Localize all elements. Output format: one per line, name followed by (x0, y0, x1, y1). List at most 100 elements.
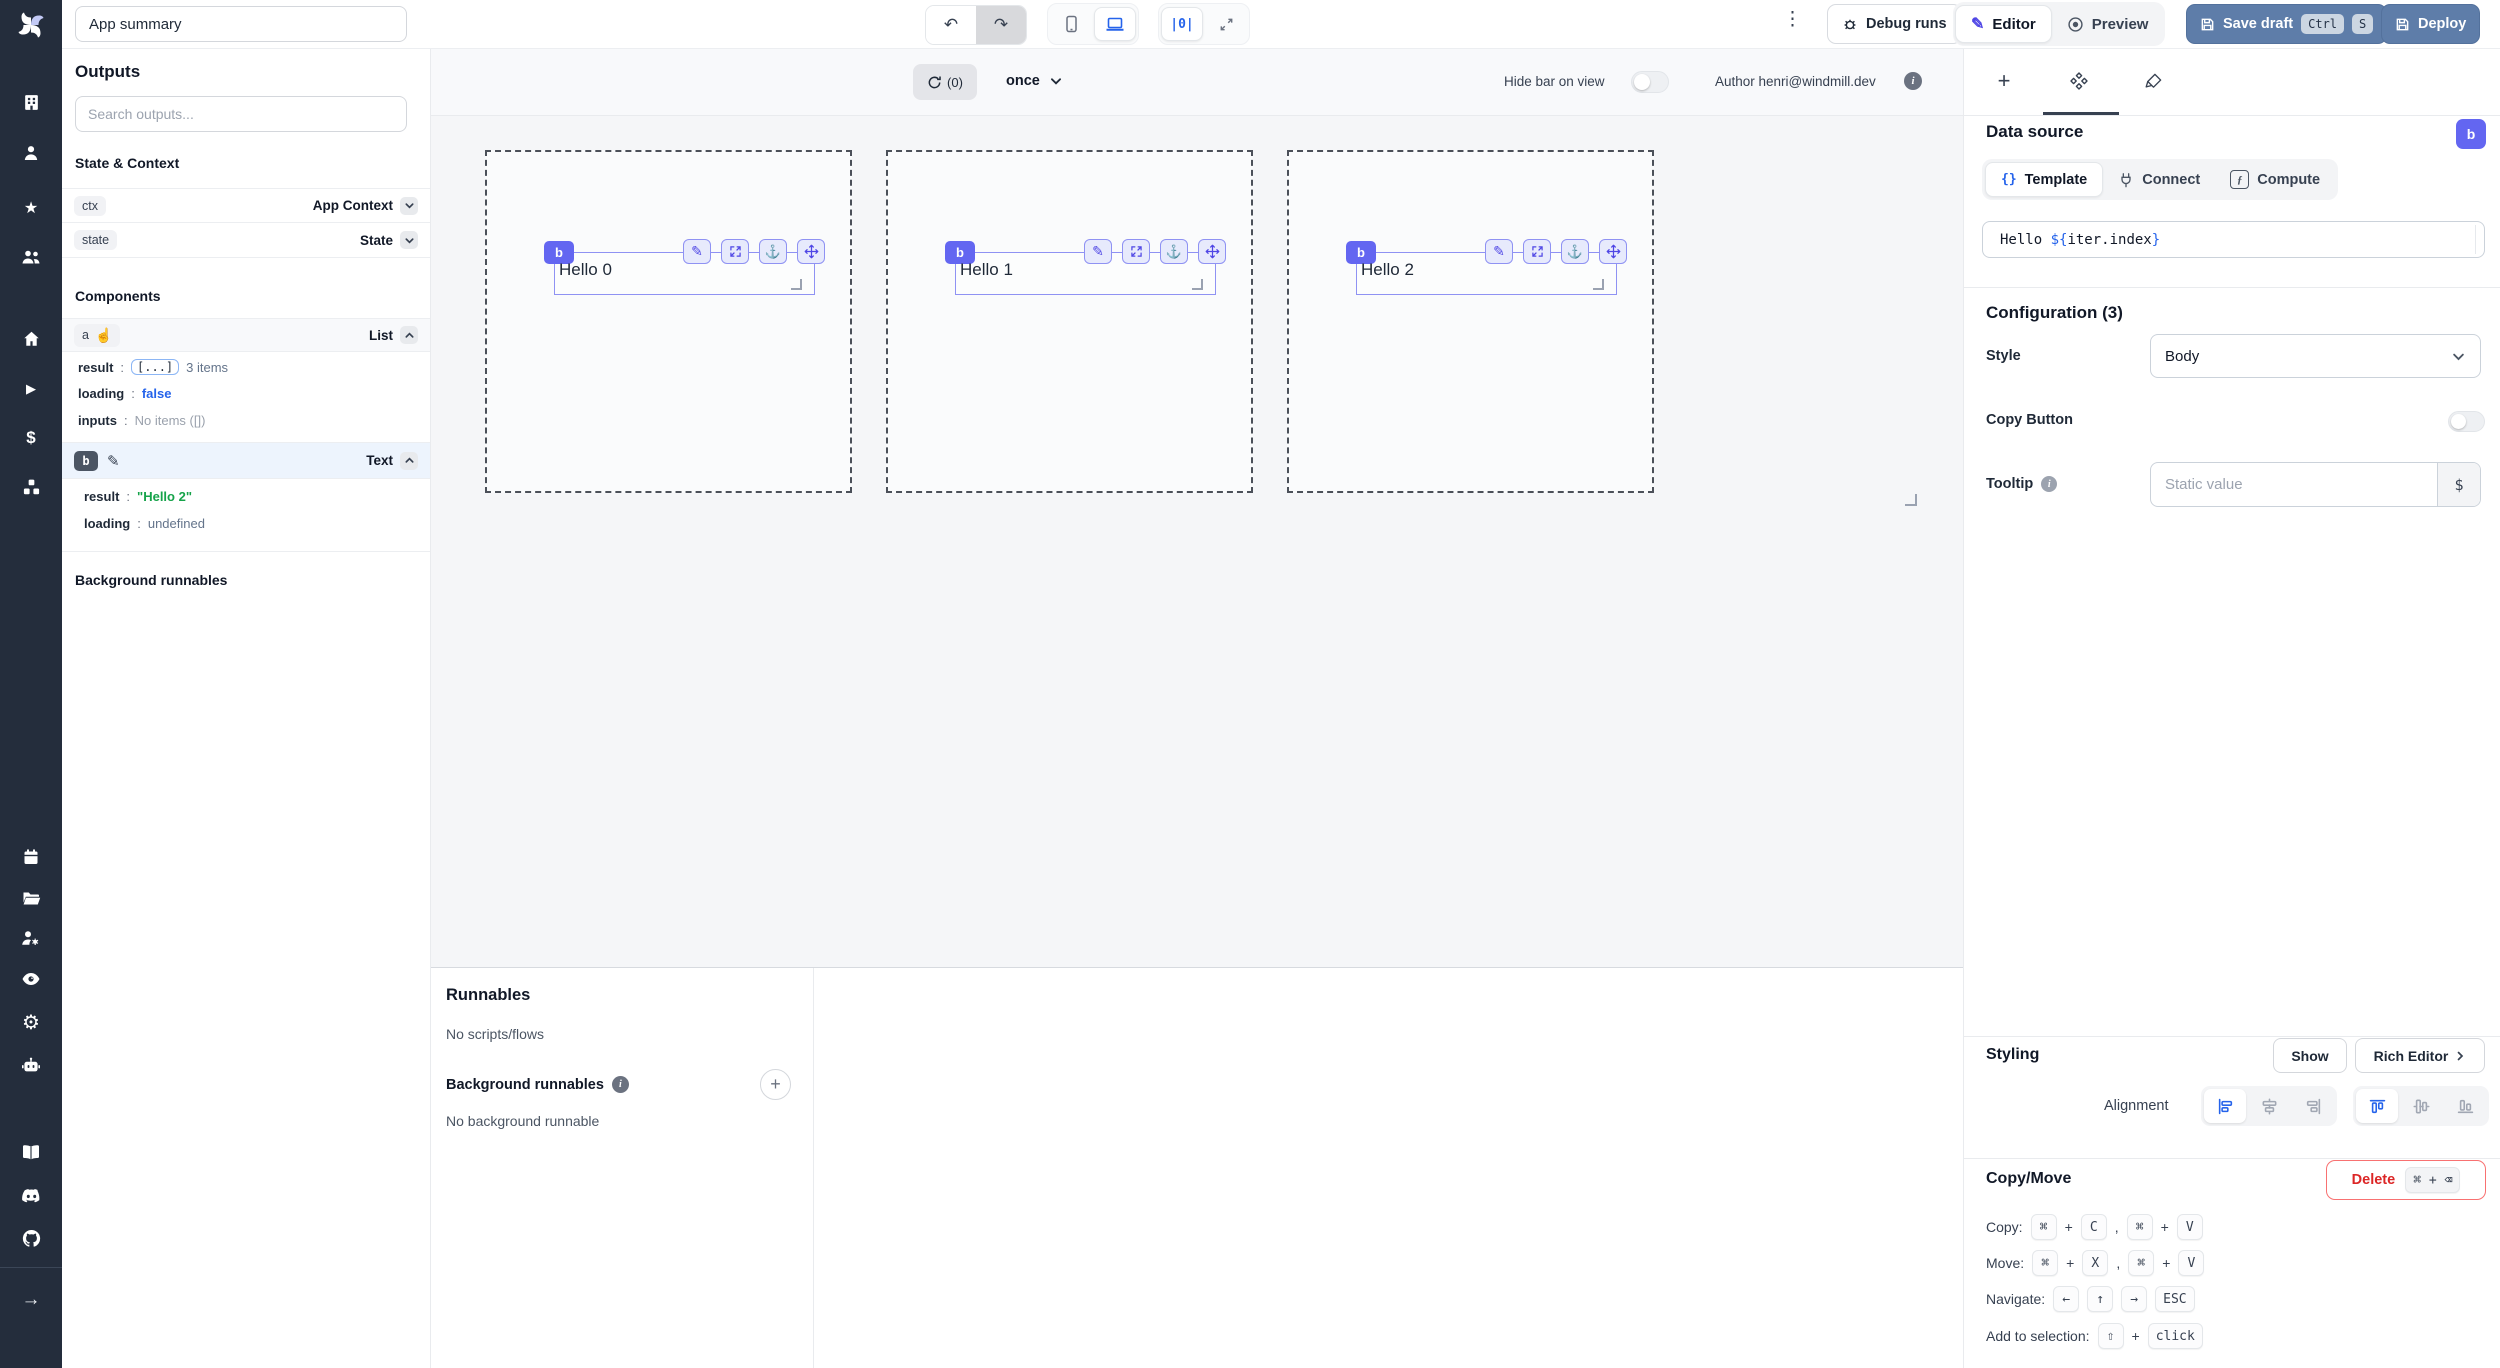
debug-runs-button[interactable]: Debug runs (1827, 4, 1962, 44)
connect-value-button[interactable]: $ (2437, 463, 2480, 506)
bot-icon[interactable] (0, 1051, 62, 1081)
edit-component-button[interactable]: ✎ (683, 239, 711, 264)
ctx-row[interactable]: ctx App Context (62, 188, 430, 223)
info-icon[interactable]: i (611, 1076, 629, 1093)
component-settings-tab[interactable] (2059, 62, 2099, 100)
gear-icon[interactable]: ⚙ (0, 1007, 62, 1037)
rich-editor-button[interactable]: Rich Editor (2355, 1038, 2485, 1073)
insert-component-tab[interactable]: + (1984, 62, 2024, 100)
search-outputs-input[interactable] (75, 96, 407, 132)
shortcut-row: Copy: ⌘ + C, ⌘ + V (1986, 1214, 2203, 1240)
deploy-button[interactable]: Deploy (2381, 4, 2481, 44)
eye-icon[interactable] (0, 964, 62, 994)
delete-component-button[interactable]: Delete ⌘ + ⌫ (2326, 1160, 2486, 1200)
compute-mode-tab[interactable]: ƒ Compute (2215, 162, 2335, 197)
list-item-cell[interactable]: b Hello 1 ✎ ⚓ (886, 150, 1253, 493)
a-result-row[interactable]: result : [...] 3 items (78, 359, 228, 375)
desktop-view-button[interactable] (1094, 7, 1136, 41)
tooltip-input[interactable]: Static value $ (2150, 462, 2481, 507)
user-cog-icon[interactable] (0, 923, 62, 953)
anchor-component-button[interactable]: ⚓ (1561, 239, 1589, 264)
selected-text-component[interactable]: b Hello 1 ✎ ⚓ (945, 239, 1226, 295)
folder-icon[interactable] (0, 883, 62, 913)
tooltip-info-icon[interactable]: i (2041, 476, 2058, 492)
align-right-button[interactable] (2292, 1089, 2334, 1123)
list-item-cell[interactable]: b Hello 0 ✎ ⚓ (485, 150, 852, 493)
row-resize-handle[interactable] (1905, 494, 1917, 506)
align-top-button[interactable] (2356, 1089, 2398, 1123)
preview-tab[interactable]: Preview (2052, 5, 2164, 43)
undo-button[interactable]: ↶ (926, 6, 976, 44)
building-icon[interactable] (0, 87, 62, 117)
state-expand-button[interactable] (400, 231, 418, 249)
array-pill[interactable]: [...] (131, 359, 180, 375)
show-styling-button[interactable]: Show (2273, 1038, 2347, 1073)
key-badge: click (2147, 1323, 2203, 1349)
anchor-component-button[interactable]: ⚓ (1160, 239, 1188, 264)
template-mode-tab[interactable]: {} Template (1985, 162, 2104, 197)
hide-bar-toggle[interactable] (1631, 71, 1669, 93)
save-draft-button[interactable]: Save draft Ctrl S (2186, 4, 2388, 44)
selected-text-component[interactable]: b Hello 2 ✎ ⚓ (1346, 239, 1627, 295)
shortcut-label: Move: (1986, 1255, 2025, 1271)
windmill-logo-icon[interactable] (14, 9, 48, 43)
calendar-icon[interactable] (0, 842, 62, 872)
settings-tabs: + (1964, 48, 2500, 116)
author-info-icon[interactable]: i (1904, 72, 1922, 90)
css-editor-tab[interactable] (2133, 62, 2173, 100)
selected-text-component[interactable]: b Hello 0 ✎ ⚓ (544, 239, 825, 295)
copy-button-toggle[interactable] (2448, 411, 2485, 432)
cubes-icon[interactable] (0, 472, 62, 502)
connect-mode-tab[interactable]: Connect (2103, 162, 2215, 197)
template-expression-input[interactable]: Hello ${iter.index} (1982, 221, 2485, 258)
recompute-button[interactable]: (0) (913, 64, 977, 100)
align-bottom-button[interactable] (2444, 1089, 2486, 1123)
expand-sidebar-button[interactable]: → (0, 1288, 62, 1312)
app-summary-input[interactable] (75, 6, 407, 42)
home-icon[interactable] (0, 324, 62, 354)
component-resize-handle[interactable] (1593, 279, 1604, 290)
star-icon[interactable]: ★ (0, 193, 62, 223)
play-icon[interactable]: ▶ (0, 374, 62, 404)
component-b-collapse-button[interactable] (400, 451, 418, 470)
user-icon[interactable] (0, 138, 62, 168)
center-canvas-button[interactable]: |0| (1161, 7, 1203, 41)
mobile-view-button[interactable] (1050, 7, 1092, 41)
expand-component-button[interactable] (1523, 239, 1551, 264)
edit-component-icon[interactable]: ✎ (107, 452, 120, 470)
github-icon[interactable] (0, 1223, 62, 1253)
add-background-runnable-button[interactable]: + (760, 1069, 791, 1100)
align-left-button[interactable] (2204, 1089, 2246, 1123)
state-row[interactable]: state State (62, 223, 430, 258)
redo-button[interactable]: ↷ (976, 6, 1026, 44)
component-resize-handle[interactable] (791, 279, 802, 290)
component-a-collapse-button[interactable] (400, 326, 418, 344)
style-select[interactable]: Body (2150, 334, 2481, 378)
expand-component-button[interactable] (721, 239, 749, 264)
dollar-icon[interactable]: $ (0, 423, 62, 453)
inputs-value: No items ([]) (134, 413, 206, 428)
background-runnables-header: Background runnables i (446, 1076, 629, 1093)
app-canvas[interactable]: b Hello 0 ✎ ⚓ b Hello 1 ✎ ⚓ b Hello 2 ✎ ⚓ (430, 115, 1963, 967)
edit-component-button[interactable]: ✎ (1084, 239, 1112, 264)
schedule-select[interactable]: once (1000, 72, 1069, 90)
align-center-v-button[interactable] (2400, 1089, 2442, 1123)
expand-component-button[interactable] (1122, 239, 1150, 264)
move-component-button[interactable] (1599, 239, 1627, 264)
component-b-header[interactable]: b ✎ Text (62, 442, 430, 479)
ctx-expand-button[interactable] (400, 196, 418, 215)
book-icon[interactable] (0, 1137, 62, 1167)
editor-tab[interactable]: ✎ Editor (1955, 5, 2052, 43)
move-component-button[interactable] (797, 239, 825, 264)
more-menu-button[interactable]: ⋮ (1777, 9, 1808, 30)
fullwidth-canvas-button[interactable] (1205, 7, 1247, 41)
component-a-header[interactable]: a ☝ List (62, 318, 430, 352)
move-component-button[interactable] (1198, 239, 1226, 264)
component-resize-handle[interactable] (1192, 279, 1203, 290)
edit-component-button[interactable]: ✎ (1485, 239, 1513, 264)
anchor-component-button[interactable]: ⚓ (759, 239, 787, 264)
list-item-cell[interactable]: b Hello 2 ✎ ⚓ (1287, 150, 1654, 493)
discord-icon[interactable] (0, 1181, 62, 1211)
users-icon[interactable] (0, 242, 62, 272)
align-center-h-button[interactable] (2248, 1089, 2290, 1123)
